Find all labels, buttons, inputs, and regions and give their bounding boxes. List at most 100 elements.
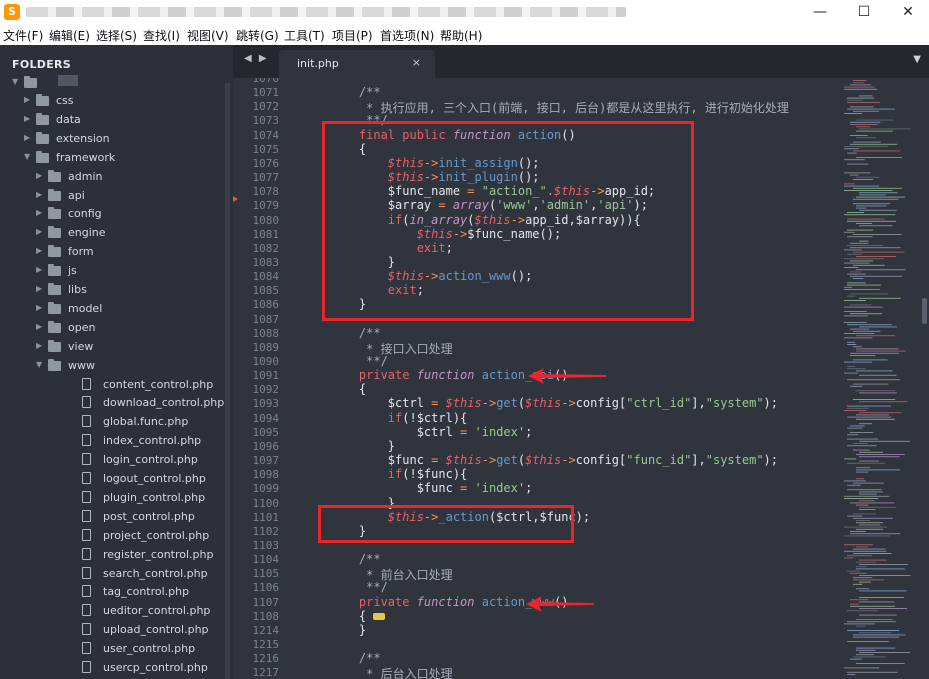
sidebar-folder[interactable]: ▶ js [0,262,225,280]
menu-help[interactable]: 帮助(H) [440,27,482,44]
minimap-stroke [844,148,859,150]
chevron-down-icon[interactable]: ▼ [24,152,30,161]
sidebar-folder[interactable]: ▶ extension [0,130,225,148]
chevron-right-icon[interactable]: ▶ [24,133,30,142]
sidebar-root-folder[interactable]: ▼ [0,74,225,92]
minimap-stroke [856,350,906,352]
sidebar-file[interactable]: search_control.php [0,565,225,583]
sidebar-folder[interactable]: ▶ form [0,243,225,261]
chevron-right-icon[interactable]: ▶ [36,341,42,350]
menu-edit[interactable]: 编辑(E) [49,27,90,44]
sidebar-folder[interactable]: ▶ view [0,338,225,356]
sidebar-folder[interactable]: ▶ engine [0,224,225,242]
chevron-right-icon[interactable]: ▶ [36,227,42,236]
menu-file[interactable]: 文件(F) [3,27,43,44]
minimap-stroke [847,484,861,486]
code-token: if [330,467,403,482]
chevron-right-icon[interactable]: ▶ [36,303,42,312]
minimap-stroke [859,456,900,458]
code-line: } [330,439,395,453]
sidebar-file[interactable]: login_control.php [0,451,225,469]
sidebar-file[interactable]: register_control.php [0,546,225,564]
sidebar-folder[interactable]: ▶ api [0,187,225,205]
code-token: $this [445,453,482,468]
minimap-stroke [847,641,889,642]
sidebar-folder[interactable]: ▶ data [0,111,225,129]
tab-close-icon[interactable]: × [412,56,421,69]
code-token: config[ [575,396,627,411]
minimap-stroke [847,438,878,440]
minimap-stroke [847,427,863,429]
chevron-right-icon[interactable]: ▶ [36,246,42,255]
code-line: if(!$func){ [330,467,467,481]
sidebar-file[interactable]: content_control.php [0,376,225,394]
sidebar-file[interactable]: project_control.php [0,527,225,545]
folder-icon [48,301,61,314]
chevron-down-icon[interactable]: ▼ [36,360,42,369]
code-token: /** [330,651,381,666]
minimap-stroke [853,383,889,385]
sidebar-folder[interactable]: ▼ framework [0,149,225,167]
sidebar-file[interactable]: ueditor_control.php [0,602,225,620]
tab-bar: ◀ ▶ init.php × ▼ [233,45,929,78]
sidebar-file[interactable]: download_control.php [0,394,225,412]
minimap-stroke [844,623,875,625]
minimap-stroke [853,359,888,361]
code-token: 'index' [474,424,526,439]
sidebar-folder[interactable]: ▶ config [0,205,225,223]
minimize-button[interactable]: — [797,2,843,22]
minimap-stroke [850,242,869,244]
folded-code-icon[interactable] [373,612,386,620]
folder-icon [48,226,61,239]
chevron-right-icon[interactable]: ▶ [36,265,42,274]
folders-heading: FOLDERS [12,58,72,71]
line-number: 1079 [252,199,280,213]
sidebar-file[interactable]: tag_control.php [0,583,225,601]
sidebar-folder[interactable]: ▶ admin [0,168,225,186]
sidebar-file[interactable]: logout_control.php [0,470,225,488]
line-number: 1096 [252,439,280,453]
tab-menu-chevron-icon[interactable]: ▼ [913,54,921,65]
sidebar-file[interactable]: global.func.php [0,413,225,431]
minimap-stroke [859,401,908,403]
close-window-button[interactable]: ✕ [885,2,929,22]
sidebar-scrollbar[interactable] [225,83,230,679]
menu-project[interactable]: 项目(P) [332,27,373,44]
minimap[interactable] [840,78,920,679]
minimap-stroke [847,379,900,381]
chevron-right-icon[interactable]: ▶ [24,95,30,104]
menu-view[interactable]: 视图(V) [187,27,229,44]
sidebar-folder[interactable]: ▶ css [0,92,225,110]
menu-find[interactable]: 查找(I) [143,27,180,44]
editor-scrollbar-thumb[interactable] [922,298,927,324]
menu-selection[interactable]: 选择(S) [96,27,137,44]
sidebar-item-label: user_control.php [103,642,196,656]
tab-nav-arrows[interactable]: ◀ ▶ [244,53,269,64]
sidebar-file[interactable]: user_control.php [0,640,225,658]
file-icon [82,528,91,541]
sidebar-folder[interactable]: ▶ open [0,319,225,337]
maximize-button[interactable]: ☐ [841,2,887,22]
minimap-stroke [844,495,890,497]
sidebar-file[interactable]: post_control.php [0,508,225,526]
sidebar-file[interactable]: upload_control.php [0,621,225,639]
sidebar-folder[interactable]: ▶ libs [0,281,225,299]
code-line: } [330,623,366,637]
tab-init-php[interactable]: init.php × [279,50,435,78]
chevron-right-icon[interactable]: ▶ [24,114,30,123]
minimap-stroke [856,528,883,530]
sidebar-file[interactable]: usercp_control.php [0,659,225,677]
chevron-right-icon[interactable]: ▶ [36,284,42,293]
sidebar-folder[interactable]: ▶ model [0,300,225,318]
chevron-right-icon[interactable]: ▶ [36,208,42,217]
menu-preferences[interactable]: 首选项(N) [380,27,434,44]
chevron-right-icon[interactable]: ▶ [36,322,42,331]
sidebar-folder[interactable]: ▼ www [0,357,225,375]
editor-scrollbar[interactable] [920,78,929,679]
chevron-right-icon[interactable]: ▶ [36,171,42,180]
menu-goto[interactable]: 跳转(G) [236,27,279,44]
chevron-right-icon[interactable]: ▶ [36,190,42,199]
menu-tools[interactable]: 工具(T) [284,27,325,44]
sidebar-file[interactable]: plugin_control.php [0,489,225,507]
sidebar-file[interactable]: index_control.php [0,432,225,450]
